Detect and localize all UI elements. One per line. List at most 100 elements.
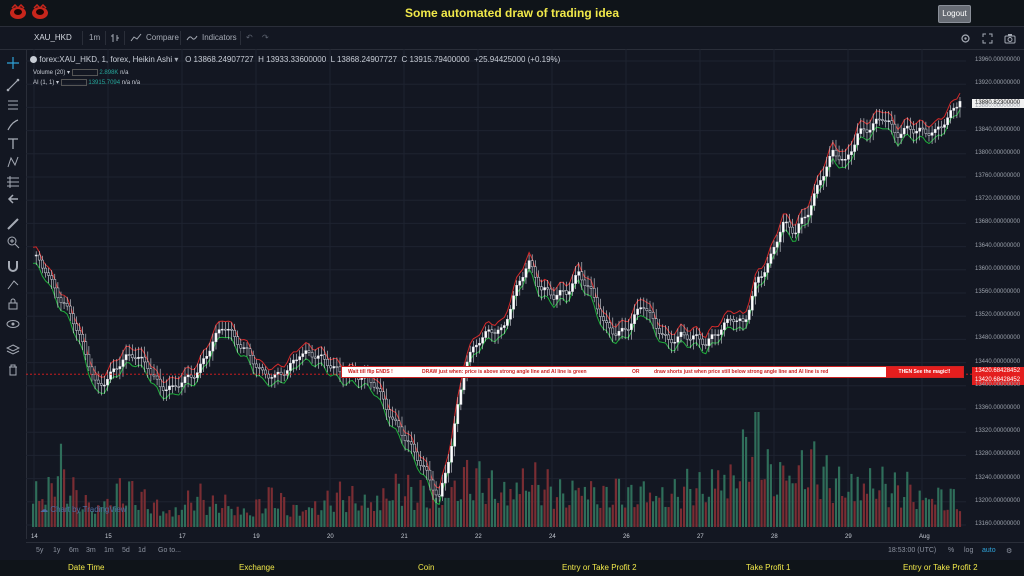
settings-gear-icon[interactable] [960, 33, 971, 44]
layers-icon[interactable] [6, 343, 20, 357]
candle-body [41, 259, 44, 269]
scale-settings-icon[interactable]: ⚙ [1006, 547, 1012, 555]
drawing-toolbar [0, 49, 27, 539]
price-chart[interactable]: 141517192021222426272829Aug18: [26, 49, 972, 542]
watermark-text[interactable]: Chart by TradingView [50, 505, 126, 514]
legend-controls-icon[interactable] [60, 79, 87, 86]
volume-bar [404, 496, 407, 527]
range-6m[interactable]: 6m [69, 547, 79, 554]
magnet-icon[interactable] [6, 259, 20, 273]
volume-label[interactable]: Volume (20) [33, 70, 65, 76]
volume-bar [611, 504, 614, 527]
compare-icon[interactable] [130, 33, 142, 43]
legend-dropdown-icon[interactable]: ▾ [174, 55, 178, 64]
back-arrow-icon[interactable] [6, 192, 20, 206]
camera-icon[interactable] [1004, 33, 1016, 44]
series-dot-icon [30, 56, 37, 64]
pattern-tool-icon[interactable] [6, 155, 20, 169]
range-1m[interactable]: 1m [104, 547, 114, 554]
candle-body [487, 329, 491, 332]
candle-body [809, 205, 813, 216]
candle-body [103, 384, 106, 387]
volume-bar [521, 468, 524, 527]
candle-body [564, 290, 568, 295]
candle-body [896, 132, 900, 138]
candle-body [723, 322, 726, 331]
y-tick-label: 13280.00000000 [975, 451, 1021, 458]
candle-body [44, 267, 47, 274]
volume-bar [568, 505, 571, 527]
volume-bar [416, 502, 419, 527]
candle-body [574, 275, 577, 284]
trash-icon[interactable] [6, 363, 20, 377]
volume-bar [317, 514, 320, 527]
volume-bar [875, 498, 878, 527]
indicators-icon[interactable] [186, 34, 198, 42]
range-5y[interactable]: 5y [36, 547, 43, 554]
range-3m[interactable]: 3m [86, 547, 96, 554]
ai-value: 13915.7094 [88, 80, 121, 87]
candle-body [890, 120, 894, 125]
eye-icon[interactable] [6, 317, 20, 331]
legend-symbol[interactable]: forex:XAU_HKD, 1, forex, Heikin Ashi [39, 55, 172, 64]
candle-body [332, 366, 336, 369]
trend-line-icon[interactable] [6, 78, 20, 92]
range-1y[interactable]: 1y [53, 547, 60, 554]
candle-body [933, 129, 937, 133]
toolbar-divider [180, 31, 181, 45]
ai-label[interactable]: AI (1, 1) [33, 80, 54, 86]
brush-icon[interactable] [6, 118, 20, 132]
app-header: Some automated draw of trading idea Logo… [0, 0, 1024, 26]
candle-body [822, 176, 825, 181]
candle-body [909, 125, 912, 130]
tradingview-watermark[interactable]: ☁ Chart by TradingView [40, 505, 127, 514]
candle-body [484, 331, 488, 338]
undo-icon[interactable]: ↶ [246, 27, 253, 49]
legend-dropdown-icon[interactable]: ▾ [56, 80, 59, 86]
fullscreen-icon[interactable] [982, 33, 993, 44]
crosshair-icon[interactable] [6, 56, 20, 70]
volume-bar [664, 506, 667, 527]
auto-toggle[interactable]: auto [982, 547, 996, 554]
candle-body [698, 334, 701, 340]
bar-style-icon[interactable] [110, 33, 120, 43]
candle-body [214, 332, 218, 343]
goto-button[interactable]: Go to... [158, 547, 181, 554]
zoom-in-icon[interactable] [6, 235, 20, 249]
legend-dropdown-icon[interactable]: ▾ [67, 70, 70, 76]
ruler-icon[interactable] [6, 217, 20, 231]
volume-bar [546, 469, 549, 527]
candle-body [905, 125, 909, 129]
time-display[interactable]: 18:53:00 (UTC) [888, 547, 936, 554]
fib-tool-icon[interactable] [6, 98, 20, 112]
volume-bar [810, 449, 813, 527]
interval-button[interactable]: 1m [89, 27, 100, 49]
volume-na: n/a [120, 70, 129, 77]
candle-body [633, 314, 636, 325]
candle-body [127, 354, 131, 356]
lock-icon[interactable] [6, 297, 20, 311]
volume-bar [565, 507, 568, 527]
candle-body [645, 308, 649, 311]
log-toggle[interactable]: log [964, 547, 973, 554]
lock-drawing-icon[interactable] [6, 277, 20, 291]
percent-toggle[interactable]: % [948, 547, 954, 554]
range-1d[interactable]: 1d [138, 547, 146, 554]
logout-button[interactable]: Logout [938, 5, 971, 23]
cloud-icon: ☁ [40, 505, 48, 514]
candle-body [840, 159, 844, 161]
legend-controls-icon[interactable] [71, 69, 98, 76]
volume-bar [388, 500, 391, 527]
indicators-button[interactable]: Indicators [202, 27, 237, 49]
candle-body [775, 241, 779, 248]
volume-bar [872, 488, 875, 527]
range-5d[interactable]: 5d [122, 547, 130, 554]
text-tool-icon[interactable] [6, 137, 20, 151]
volume-bar [524, 490, 528, 527]
compare-button[interactable]: Compare [146, 27, 179, 49]
candle-body [754, 282, 757, 297]
forecast-tool-icon[interactable] [6, 174, 20, 188]
candle-body [626, 329, 630, 331]
symbol-search[interactable]: XAU_HKD [34, 27, 72, 49]
redo-icon[interactable]: ↷ [262, 27, 269, 49]
